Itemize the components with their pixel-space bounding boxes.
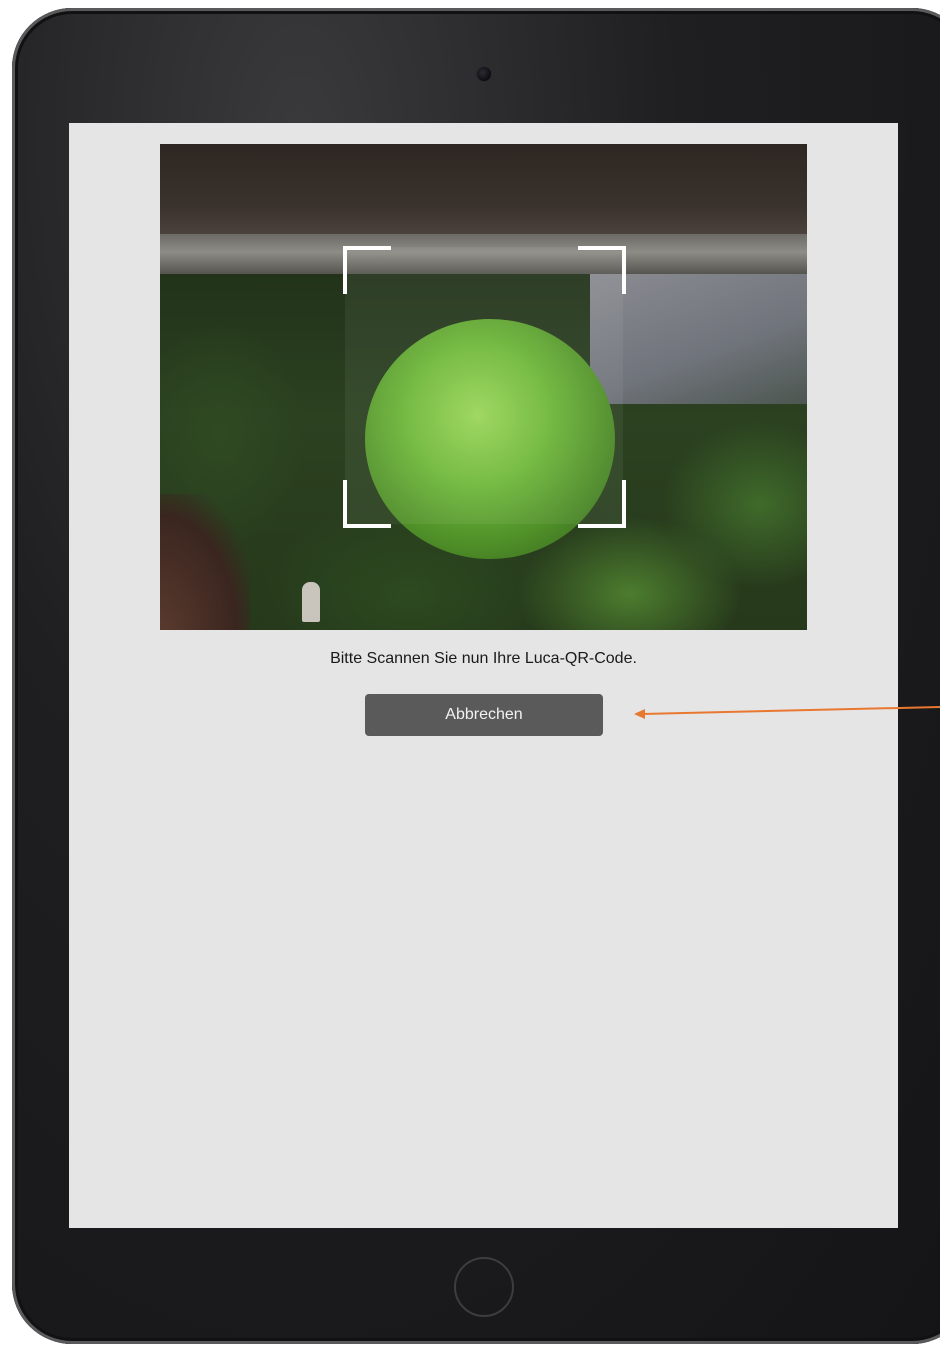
scan-frame-corner-top-left [343,246,391,294]
viewfinder-arm [160,494,250,630]
viewfinder-statue [302,582,320,622]
app-screen: Bitte Scannen Sie nun Ihre Luca-QR-Code.… [69,123,898,1228]
scan-frame-corner-top-right [578,246,626,294]
scan-instruction-text: Bitte Scannen Sie nun Ihre Luca-QR-Code. [330,650,637,667]
scan-frame-corner-bottom-left [343,480,391,528]
viewfinder-ceiling [160,144,807,234]
scan-frame-corner-bottom-right [578,480,626,528]
camera-viewfinder [160,144,807,630]
cancel-button[interactable]: Abbrechen [365,694,603,736]
home-button-icon[interactable] [454,1257,514,1317]
front-camera-icon [477,67,491,81]
